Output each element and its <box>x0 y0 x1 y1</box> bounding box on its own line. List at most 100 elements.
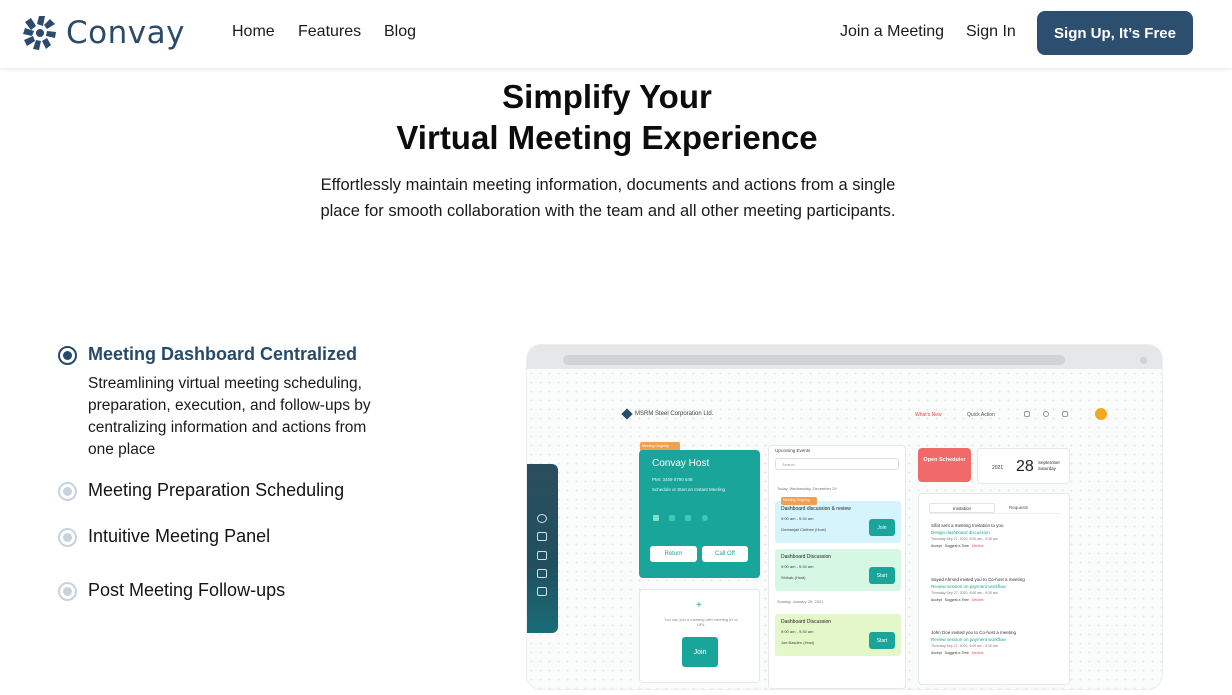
mock-event-join-button: Join <box>869 519 895 536</box>
mock-accept: Accept <box>931 544 942 548</box>
hero-title-line-1: Simplify Your <box>502 78 712 115</box>
mock-suggest: Suggest a Time <box>944 651 969 655</box>
dashboard-mockup-image: MSRM Steel Corporation Ltd. What’s New Q… <box>527 345 1162 689</box>
mock-weekday-label: Saturday <box>1038 466 1057 471</box>
mock-document-icon <box>537 551 547 560</box>
mock-decline: Decline <box>971 598 984 602</box>
mock-org-name: MSRM Steel Corporation Ltd. <box>621 408 714 420</box>
mock-sidebar <box>527 464 558 633</box>
mock-host-pmi: PMI: 3459 0790 648 <box>652 477 693 482</box>
mock-accept: Accept <box>931 651 942 655</box>
mock-invite-text: John Doe invited you to Co-host a meetin… <box>931 630 1017 635</box>
mock-upcoming-events: Upcoming Events Search Today, Wednesday,… <box>768 445 906 689</box>
mock-join-button: Join <box>682 637 718 667</box>
mock-invite-link: Review session on payment workflow <box>931 637 1006 642</box>
mock-date-day: 28 <box>1016 458 1034 475</box>
sign-in-link[interactable]: Sign In <box>966 23 1016 41</box>
feature-radio[interactable] <box>58 482 77 501</box>
mock-tab-invitation: Invitation <box>929 503 995 513</box>
mock-control-icon <box>685 515 691 521</box>
mock-invitations-panel: Invitation Requests Sifat sent a meeting… <box>918 493 1070 685</box>
mock-event-title: Dashboard discussion & review <box>781 506 851 512</box>
mock-browser-bar <box>527 345 1162 369</box>
mock-app-body: MSRM Steel Corporation Ltd. What’s New Q… <box>527 369 1162 689</box>
logo-wordmark: Convay <box>66 15 185 51</box>
mock-events-date: Today, Wednesday, December 29 <box>777 486 837 491</box>
mock-join-card: + You can join a meeting with meeting ID… <box>639 589 760 683</box>
nav-features-link[interactable]: Features <box>298 23 361 41</box>
feature-title: Intuitive Meeting Panel <box>88 526 271 546</box>
mock-invite-link: Design dashboard discussion <box>931 530 990 535</box>
mock-invite-time: Thursday Sep 27, 2020, 9:00 am - 9:30 am <box>931 644 998 648</box>
mock-suggest: Suggest a Time <box>944 598 969 602</box>
mock-events-search: Search <box>775 458 899 470</box>
mock-control-icon <box>669 515 675 521</box>
mock-invite-text: Sayed Ahmed invited you to Co-host a mee… <box>931 577 1025 582</box>
mock-call-off-button: Call Off <box>702 546 748 562</box>
mock-plus-icon: + <box>696 600 702 611</box>
mock-settings-icon <box>1043 411 1049 417</box>
mock-building-icon <box>537 587 547 596</box>
mock-events-heading: Upcoming Events <box>775 448 811 453</box>
mock-event-start-button: Start <box>869 632 895 649</box>
mock-invite-actions: Accept Suggest a Time Decline <box>931 597 1061 604</box>
sign-up-button[interactable]: Sign Up, It’s Free <box>1037 11 1193 55</box>
feature-radio-selected[interactable] <box>58 346 77 365</box>
mock-event-ongoing-tag: Meeting Ongoing <box>781 497 817 505</box>
mock-host-card: Convay Host PMI: 3459 0790 648 Schedule … <box>639 450 760 578</box>
mock-control-icon <box>653 515 659 521</box>
mock-invite-actions: Accept Suggest a Time Decline <box>931 543 1061 550</box>
mock-decline: Decline <box>971 651 984 655</box>
mock-invitation-tabs: Invitation Requests <box>929 503 1060 514</box>
mock-event-host: Joe Basden (Host) <box>781 640 815 645</box>
join-meeting-link[interactable]: Join a Meeting <box>840 23 944 41</box>
feature-description: Streamlining virtual meeting scheduling,… <box>88 375 371 458</box>
mock-calendar-icon <box>1024 411 1030 417</box>
mock-event-title: Dashboard Discussion <box>781 554 832 560</box>
mock-event-time: 9:00 am - 9:30 am <box>781 564 814 569</box>
mock-url-bar <box>563 355 1065 365</box>
nav-blog-link[interactable]: Blog <box>384 23 416 41</box>
feature-title: Meeting Preparation Scheduling <box>88 480 345 500</box>
mock-date-month: September Saturday <box>1038 460 1060 472</box>
mock-host-schedule: Schedule or Start an Instant Meeting <box>652 487 726 492</box>
mock-event-start-button: Start <box>869 567 895 584</box>
mock-date-year: 2021 <box>992 465 1004 471</box>
site-header: Convay Home Features Blog Join a Meeting… <box>0 0 1232 68</box>
convay-logo-icon <box>23 16 56 50</box>
mock-decline: Decline <box>971 544 984 548</box>
nav-home-link[interactable]: Home <box>232 23 275 41</box>
mock-join-hint: You can join a meeting with meeting ID o… <box>664 617 738 627</box>
mock-quick-action: Quick Action <box>967 412 995 418</box>
mock-invitation-item: Sifat sent a meeting Invitation to you D… <box>931 522 1061 550</box>
mock-invite-time: Thursday Sep 27, 2020, 9:00 am - 9:30 am <box>931 591 998 595</box>
mock-invitation-item: John Doe invited you to Co-host a meetin… <box>931 629 1061 657</box>
mock-event-card: Dashboard Discussion 9:00 am - 9:30 am J… <box>775 614 901 656</box>
mock-event-time: 9:00 am - 9:30 am <box>781 629 814 634</box>
mock-events-date: Sunday, January 29, 2021 <box>777 599 824 604</box>
hero-title: Simplify Your Virtual Meeting Experience <box>0 76 1214 158</box>
mock-whats-new: What’s New <box>915 412 942 418</box>
mock-org-label: MSRM Steel Corporation Ltd. <box>635 411 714 417</box>
mock-tab-requests: Requests <box>1009 505 1029 510</box>
hero-subtitle: Effortlessly maintain meeting informatio… <box>320 176 896 220</box>
mock-avatar <box>1095 408 1107 420</box>
feature-radio[interactable] <box>58 582 77 601</box>
feature-title: Meeting Dashboard Centralized <box>88 344 358 364</box>
convay-logo[interactable]: Convay <box>22 14 185 52</box>
feature-radio[interactable] <box>58 528 77 547</box>
mock-event-card: Dashboard Discussion 9:00 am - 9:30 am S… <box>775 549 901 591</box>
mock-accept: Accept <box>931 598 942 602</box>
mock-invite-text: Sifat sent a meeting Invitation to you <box>931 523 1004 528</box>
mock-bell-icon <box>1062 411 1068 417</box>
mock-logo-icon <box>537 514 547 523</box>
mock-invite-time: Thursday Sep 27, 2020, 9:00 am - 9:30 am <box>931 537 998 541</box>
mock-browser-dot <box>1140 357 1147 364</box>
mock-event-title: Dashboard Discussion <box>781 619 832 625</box>
mock-control-icon <box>702 515 708 521</box>
mock-event-card: Meeting Ongoing Dashboard discussion & r… <box>775 497 901 543</box>
mock-invite-actions: Accept Suggest a Time Decline <box>931 650 1061 657</box>
mock-invitation-item: Sayed Ahmed invited you to Co-host a mee… <box>931 576 1061 604</box>
mock-open-scheduler: Open Scheduler <box>918 448 971 482</box>
mock-calendar-icon <box>537 532 547 541</box>
